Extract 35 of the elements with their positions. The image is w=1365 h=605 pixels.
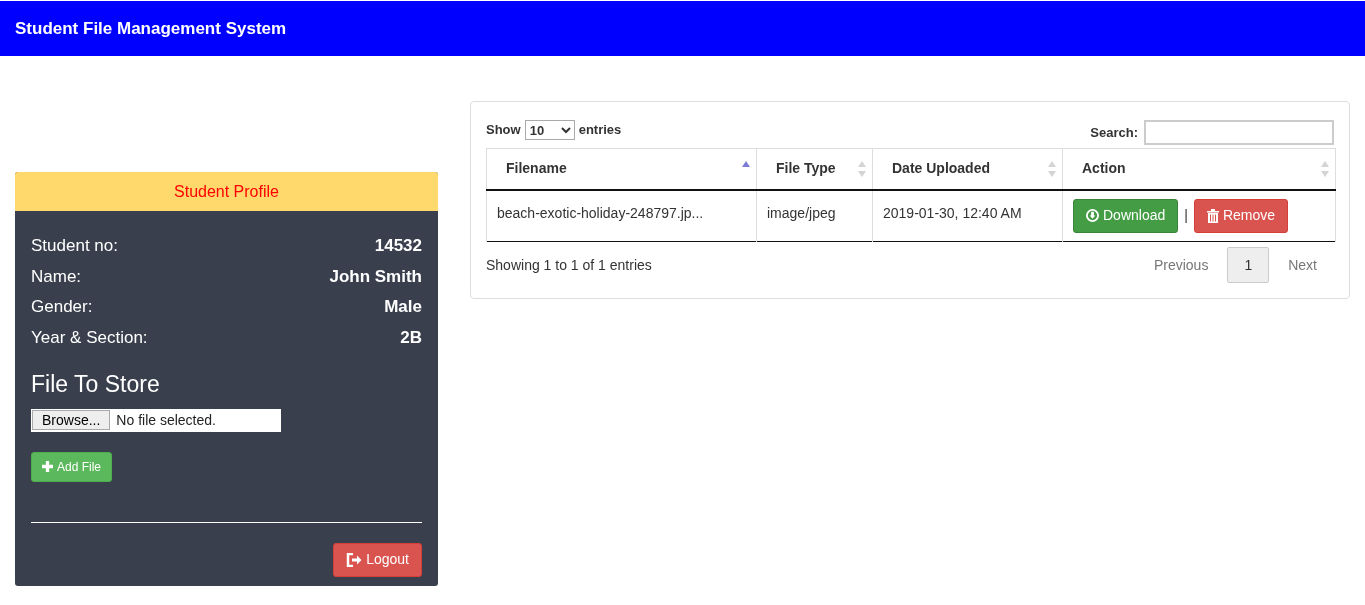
search-label: Search:: [1090, 123, 1138, 142]
table-cell: beach-exotic-holiday-248797.jp...: [486, 189, 757, 242]
column-header[interactable]: Date Uploaded: [872, 148, 1063, 190]
field-value: 2B: [400, 326, 422, 349]
field-label: Student no:: [31, 235, 118, 257]
field-label: Name:: [31, 265, 82, 288]
trash-icon: [1206, 208, 1219, 223]
table-cell: 2019-01-30, 12:40 AM: [872, 189, 1063, 242]
field-value: Male: [384, 296, 422, 318]
column-header[interactable]: Filename: [486, 148, 757, 190]
search-field[interactable]: [1144, 120, 1334, 145]
browse-button[interactable]: Browse...: [32, 410, 111, 430]
sign-out-icon: [346, 552, 363, 567]
column-header[interactable]: File Type: [756, 148, 873, 190]
file-status: No file selected.: [116, 410, 216, 430]
field-label: Gender:: [31, 296, 93, 318]
field-value: John Smith: [329, 265, 422, 288]
app-title: Student File Management System: [15, 17, 287, 40]
field-value: 14532: [374, 235, 422, 257]
download-icon: [1086, 209, 1099, 223]
column-header[interactable]: Action: [1062, 148, 1336, 190]
entries-select[interactable]: 10: [524, 120, 575, 140]
remove-button[interactable]: Remove: [1193, 198, 1289, 233]
file-input[interactable]: Browse... No file selected.: [31, 408, 281, 432]
field-label: Year & Section:: [31, 326, 148, 349]
length-label: Show: [486, 121, 521, 140]
plus-icon: [42, 461, 53, 472]
pagination-button[interactable]: 1: [1227, 247, 1270, 283]
separator: |: [1184, 206, 1188, 226]
logout-button[interactable]: Logout: [333, 542, 422, 577]
section-heading: File To Store: [31, 370, 161, 399]
card-header: Student Profile: [15, 172, 438, 211]
table-info: Showing 1 to 1 of 1 entries: [486, 255, 652, 275]
table-cell: image/jpeg: [756, 189, 873, 242]
length-label: entries: [578, 121, 622, 140]
